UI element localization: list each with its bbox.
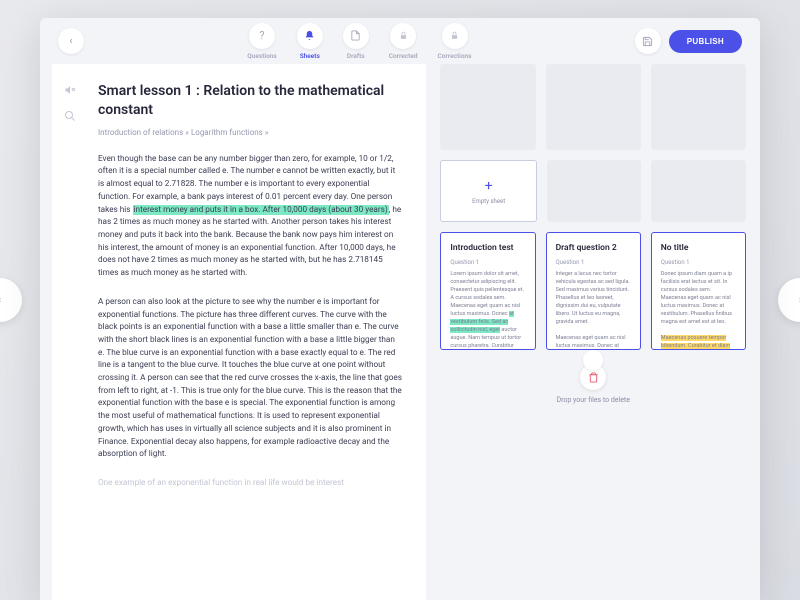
search-icon[interactable]	[64, 110, 76, 122]
bell-icon	[304, 30, 315, 41]
card-title: Introduction test	[450, 243, 525, 253]
topbar: ‹ ? Questions Sheets Drafts Corrected Co…	[40, 18, 760, 64]
trash-icon	[588, 372, 599, 383]
tab-label: Corrections	[438, 52, 472, 60]
app-window: ‹ ? Questions Sheets Drafts Corrected Co…	[40, 18, 760, 600]
card-body: Donec ipsum diam quam a ip facilisis era…	[661, 271, 736, 350]
lock-icon	[399, 31, 408, 40]
card-subtitle: Question 1	[661, 259, 736, 266]
delete-dropzone[interactable]: Drop your files to delete	[440, 364, 746, 404]
sheet-thumbnail[interactable]	[546, 64, 641, 150]
draft-icon	[350, 30, 361, 41]
lock-icon	[450, 31, 459, 40]
question-icon: ?	[259, 29, 264, 42]
sheet-thumbnail[interactable]	[651, 160, 746, 222]
highlighted-text: interest money and puts it in a box. Aft…	[133, 205, 389, 215]
card-body: Lorem ipsum dolor sit amet, consectetur …	[450, 271, 525, 350]
card-subtitle: Question 1	[450, 259, 525, 266]
question-card[interactable]: Draft question 2 Question 1 Integer a la…	[546, 232, 641, 350]
card-title: Draft question 2	[556, 243, 631, 253]
add-sheet-label: Empty sheet	[472, 198, 505, 205]
lesson-paragraph-2: A person can also look at the picture to…	[98, 296, 402, 461]
tab-questions[interactable]: ? Questions	[247, 23, 276, 60]
tab-sheets[interactable]: Sheets	[297, 23, 323, 60]
lesson-pane: Smart lesson 1 : Relation to the mathema…	[52, 64, 426, 600]
add-sheet-button[interactable]: + Empty sheet	[440, 160, 537, 222]
card-body: Integer a lacus nec tortor vehicula eges…	[556, 271, 631, 350]
card-title: No title	[661, 243, 736, 253]
sheet-thumbnail[interactable]	[440, 64, 535, 150]
tab-corrections[interactable]: Corrections	[438, 23, 472, 60]
tab-label: Corrected	[389, 52, 418, 60]
lesson-title: Smart lesson 1 : Relation to the mathema…	[98, 82, 402, 120]
lesson-subtitle: Introduction of relations « Logarithm fu…	[98, 128, 402, 137]
question-cards: Introduction test Question 1 Lorem ipsum…	[440, 232, 746, 350]
prev-page-button[interactable]: ‹	[0, 278, 22, 322]
tab-label: Drafts	[347, 52, 365, 60]
save-button[interactable]	[635, 28, 661, 54]
sheet-thumbnail[interactable]	[547, 160, 642, 222]
question-card[interactable]: No title Question 1 Donec ipsum diam qua…	[651, 232, 746, 350]
lesson-paragraph-3: One example of an exponential function i…	[98, 477, 402, 490]
tab-drafts[interactable]: Drafts	[343, 23, 369, 60]
tab-label: Questions	[247, 52, 276, 60]
dropzone-label: Drop your files to delete	[440, 396, 746, 404]
chevron-left-icon: ‹	[69, 36, 72, 47]
lesson-paragraph-1: Even though the base can be any number b…	[98, 153, 402, 280]
next-page-button[interactable]: ›	[778, 278, 800, 322]
sheet-thumbnail[interactable]	[651, 64, 746, 150]
body: Smart lesson 1 : Relation to the mathema…	[40, 64, 760, 600]
mute-icon[interactable]	[64, 84, 76, 96]
question-card[interactable]: Introduction test Question 1 Lorem ipsum…	[440, 232, 535, 350]
card-subtitle: Question 1	[556, 259, 631, 266]
publish-button[interactable]: PUBLISH	[669, 30, 742, 53]
sheets-pane: + Empty sheet Introduction test Question…	[426, 64, 760, 600]
fade-overlay	[52, 550, 426, 600]
plus-icon: +	[485, 178, 493, 194]
tab-label: Sheets	[300, 52, 320, 60]
back-button[interactable]: ‹	[58, 28, 84, 54]
save-icon	[642, 36, 653, 47]
tab-corrected[interactable]: Corrected	[389, 23, 418, 60]
topbar-nav: ? Questions Sheets Drafts Corrected Corr…	[92, 23, 627, 60]
